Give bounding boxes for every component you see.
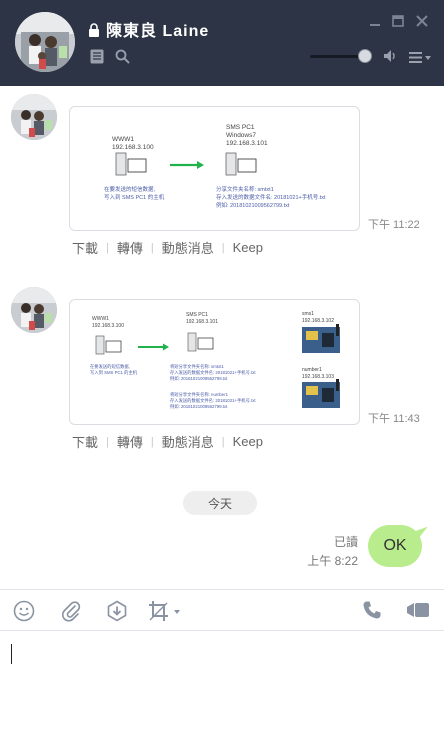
monitor-icon (197, 337, 214, 350)
message-actions: 下載 | 轉傳 | 動態消息 | Keep (72, 432, 263, 451)
diagram-label: 192.168.3.101 (186, 319, 218, 325)
emoji-icon[interactable] (13, 600, 35, 626)
diagram-caption: 例如: 20181021009562799.txt (170, 403, 228, 410)
diagram-label: WWW1 (92, 316, 109, 322)
lock-icon (88, 22, 100, 37)
text-caret (11, 644, 12, 664)
download-link[interactable]: 下載 (72, 238, 98, 257)
chat-header: 陳東良 Laine (0, 0, 444, 86)
diagram-caption: 例如: 20181021009562799.txt (170, 375, 228, 382)
download-box-icon[interactable] (106, 600, 128, 626)
diagram-label: number1 (302, 367, 322, 373)
date-divider: 今天 (183, 491, 257, 515)
notes-icon[interactable] (90, 49, 104, 68)
separator: | (106, 435, 109, 448)
image-message[interactable]: WWW1 192.168.3.100 SMS PC1 Windows7 192.… (69, 106, 360, 231)
download-link[interactable]: 下載 (72, 432, 98, 451)
diagram-caption: 在要发送的短信数据, (90, 363, 130, 370)
monitor-icon (105, 340, 122, 353)
message-time: 下午 11:22 (368, 219, 420, 231)
phone-icon[interactable] (362, 600, 382, 624)
menu-icon[interactable] (409, 49, 433, 68)
diagram-caption: 存入发送的数据文件名: 20181021+手机号.txt (170, 369, 256, 376)
message-input-area[interactable] (0, 631, 444, 735)
diagram-label: 192.168.3.101 (226, 140, 268, 147)
diagram-label: Windows7 (226, 132, 256, 139)
contact-name: 陳東良 Laine (106, 23, 210, 40)
monitor-icon (237, 158, 257, 173)
separator: | (221, 241, 225, 254)
sent-time: 上午 8:22 (307, 554, 358, 568)
diagram-caption: 分享文件夹名称: smtxt1 (216, 185, 274, 193)
diagram-label: SMS PC1 (186, 312, 208, 318)
timeline-link[interactable]: 動態消息 (162, 432, 214, 451)
diagram-caption: 将短分享文件夹名称: number1 (170, 391, 229, 398)
diagram-label: WWW1 (112, 136, 134, 143)
chat-window: 陳東良 Laine WWW1 192.168.3.100 SMS PC1 Win… (0, 0, 444, 735)
keep-link[interactable]: Keep (233, 434, 263, 449)
server-icon (187, 332, 197, 352)
sender-avatar[interactable] (11, 287, 57, 333)
arrowhead (197, 161, 204, 169)
server-icon (225, 152, 237, 176)
diagram-label: 192.168.3.100 (112, 144, 154, 151)
separator: | (150, 241, 154, 254)
video-call-icon[interactable] (406, 600, 430, 624)
header-title-row: 陳東良 Laine (88, 17, 209, 41)
diagram-label: 192.168.3.100 (92, 323, 124, 329)
diagram-caption: 存入发送的数据文件名: 20181021+手机号.txt (170, 397, 256, 404)
diagram-label: sms1 (302, 311, 314, 317)
volume-slider-handle[interactable] (358, 49, 372, 63)
diagram-caption: 存入发送的数据文件名: 20181021+手机号.txt (216, 193, 326, 201)
image-message[interactable]: WWW1 192.168.3.100 在要发送的短信数据, 写入到 SMS PC… (69, 299, 360, 425)
attachment-icon[interactable] (60, 600, 82, 626)
server-icon (95, 335, 105, 355)
minimize-icon[interactable] (369, 12, 381, 31)
diagram-caption: 例如: 20181021009562799.txt (216, 201, 290, 209)
message-list[interactable]: WWW1 192.168.3.100 SMS PC1 Windows7 192.… (0, 86, 444, 589)
diagram-label: 192.168.3.102 (302, 318, 334, 324)
message-time: 下午 11:43 (368, 413, 420, 425)
contact-avatar[interactable] (15, 12, 75, 72)
search-icon[interactable] (115, 49, 130, 68)
message-input[interactable] (0, 631, 444, 735)
sent-message-bubble[interactable]: OK (368, 525, 422, 567)
separator: | (150, 435, 154, 448)
timeline-link[interactable]: 動態消息 (162, 238, 214, 257)
read-status: 已讀 (333, 535, 358, 549)
monitor-icon (127, 158, 147, 173)
diagram-caption: 写入到 SMS PC1 的主机 (104, 193, 165, 201)
diagram-label: 192.168.3.103 (302, 374, 334, 380)
diagram-caption: 将短分享文件夹名称: smtxt1 (170, 363, 224, 370)
forward-link[interactable]: 轉傳 (117, 432, 143, 451)
separator: | (106, 241, 109, 254)
crop-icon[interactable] (148, 600, 184, 626)
input-toolbar (0, 589, 444, 631)
diagram-caption: 写入到 SMS PC1 的主机 (90, 369, 138, 376)
arrowhead (163, 343, 169, 351)
diagram-label: SMS PC1 (226, 124, 255, 131)
message-actions: 下載 | 轉傳 | 動態消息 | Keep (72, 238, 263, 257)
maximize-icon[interactable] (392, 12, 404, 31)
forward-link[interactable]: 轉傳 (117, 238, 143, 257)
sender-avatar[interactable] (11, 94, 57, 140)
separator: | (221, 435, 225, 448)
diagram-caption: 在要发送的短信数据, (104, 185, 156, 193)
server-icon (115, 152, 127, 176)
keep-link[interactable]: Keep (233, 240, 263, 255)
volume-icon[interactable] (383, 48, 399, 67)
close-icon[interactable] (416, 12, 428, 31)
